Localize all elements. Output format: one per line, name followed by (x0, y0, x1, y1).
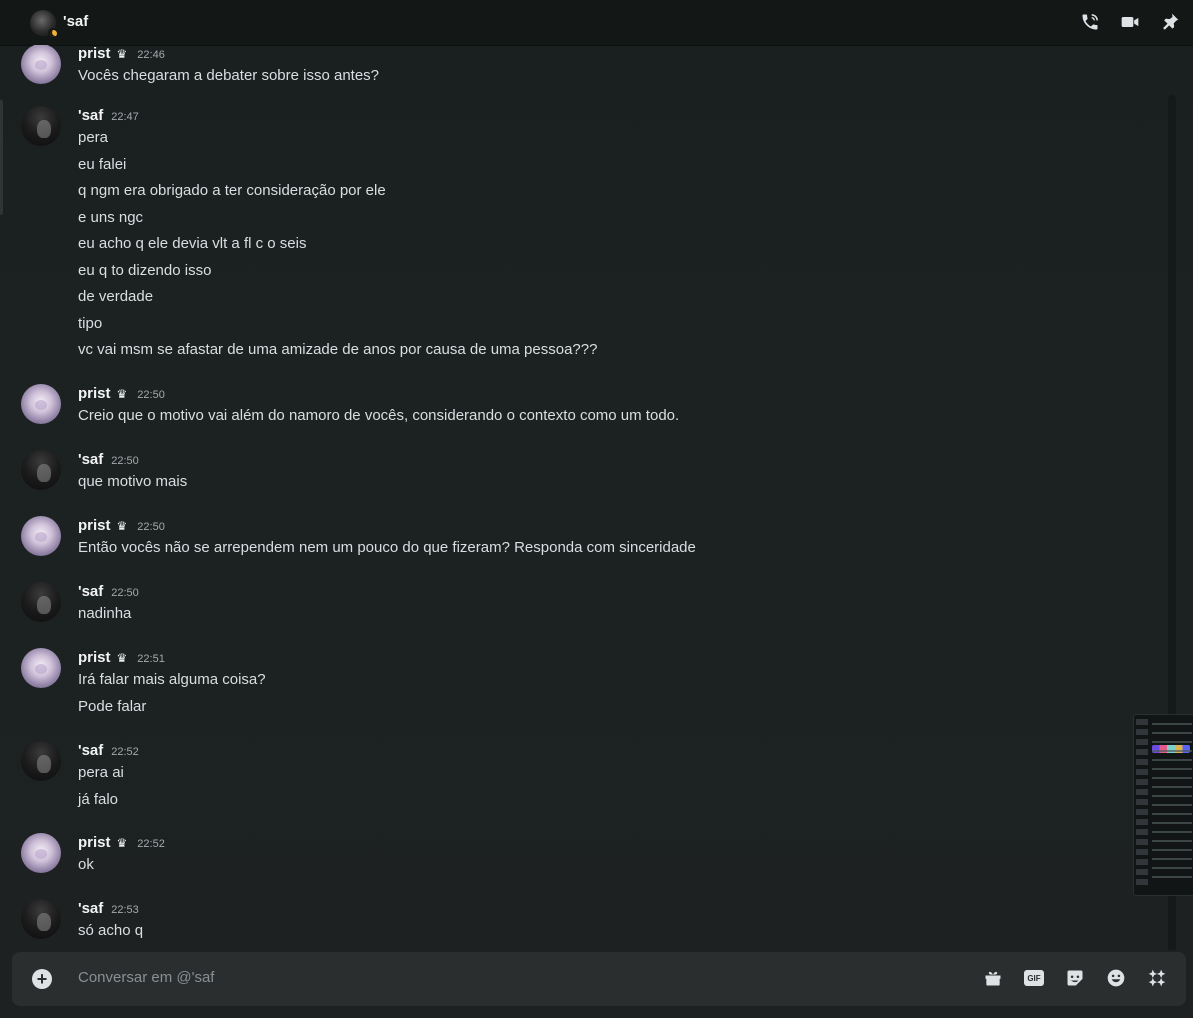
header-toolbar (1079, 11, 1181, 33)
idle-status-icon (48, 28, 58, 38)
message-input[interactable]: Conversar em @'saf (78, 969, 214, 986)
message-header: prist ♛ 22:46 (78, 45, 165, 62)
apps-icon[interactable] (1146, 967, 1168, 989)
message-timestamp[interactable]: 22:51 (137, 653, 165, 665)
gif-icon[interactable]: GIF (1023, 967, 1045, 989)
message-text[interactable]: Pode falar (78, 698, 146, 715)
message-text[interactable]: que motivo mais (78, 473, 187, 490)
message-header: prist ♛ 22:52 (78, 834, 165, 851)
message-timestamp[interactable]: 22:50 (111, 587, 139, 599)
message-text[interactable]: eu falei (78, 156, 126, 173)
username[interactable]: 'saf (78, 107, 103, 124)
user-avatar[interactable] (21, 582, 61, 622)
message-text[interactable]: tipo (78, 315, 102, 332)
message-timestamp[interactable]: 22:47 (111, 111, 139, 123)
pin-icon[interactable] (1159, 11, 1181, 33)
crown-badge-icon: ♛ (116, 836, 128, 850)
message-text[interactable]: pera (78, 129, 108, 146)
sticker-icon[interactable] (1064, 967, 1086, 989)
message-group: prist ♛ 22:52 ok (0, 832, 1170, 885)
message-list[interactable]: prist ♛ 22:46 Vocês chegaram a debater sobr… (0, 45, 1180, 950)
username[interactable]: prist (78, 45, 111, 62)
message-text[interactable]: Irá falar mais alguma coisa? (78, 671, 266, 688)
message-timestamp[interactable]: 22:52 (137, 838, 165, 850)
message-group: 'saf 22:52 pera ai já falo (0, 740, 1170, 819)
gif-label: GIF (1024, 970, 1044, 986)
message-text[interactable]: nadinha (78, 605, 131, 622)
channel-header: 'saf (0, 0, 1193, 46)
add-attachment-icon[interactable]: + (32, 969, 52, 989)
username[interactable]: prist (78, 385, 111, 402)
message-text[interactable]: ok (78, 856, 94, 873)
user-avatar[interactable] (21, 450, 61, 490)
username[interactable]: prist (78, 649, 111, 666)
message-text[interactable]: q ngm era obrigado a ter consideração po… (78, 182, 386, 199)
message-group: 'saf 22:50 que motivo mais (0, 449, 1170, 502)
user-avatar[interactable] (21, 648, 61, 688)
message-header: 'saf 22:50 (78, 451, 139, 468)
message-group: 'saf 22:53 só acho q (0, 898, 1170, 950)
phone-call-icon[interactable] (1079, 11, 1101, 33)
username[interactable]: 'saf (78, 451, 103, 468)
video-call-icon[interactable] (1119, 11, 1141, 33)
message-group: prist ♛ 22:46 Vocês chegaram a debater sobr… (0, 45, 1170, 96)
user-avatar[interactable] (21, 741, 61, 781)
message-group: 'saf 22:50 nadinha (0, 581, 1170, 634)
message-group: prist ♛ 22:50 Então vocês não se arrependem… (0, 515, 1170, 568)
message-group: prist ♛ 22:51 Irá falar mais alguma coisa? P… (0, 647, 1170, 726)
username[interactable]: prist (78, 834, 111, 851)
username[interactable]: 'saf (78, 583, 103, 600)
message-timestamp[interactable]: 22:50 (137, 521, 165, 533)
message-group: 'saf 22:47 pera eu falei q ngm era obrigado … (0, 105, 1170, 370)
message-header: 'saf 22:53 (78, 900, 139, 917)
composer-toolbar: GIF (982, 967, 1168, 989)
user-avatar[interactable] (21, 516, 61, 556)
crown-badge-icon: ♛ (116, 651, 128, 665)
message-group: prist ♛ 22:50 Creio que o motivo vai além d… (0, 383, 1170, 436)
username[interactable]: 'saf (78, 900, 103, 917)
message-text[interactable]: só acho q (78, 922, 143, 939)
dm-window: 'saf prist ♛ 22:46 Vocês chegaram a debater… (0, 0, 1193, 1018)
gift-icon[interactable] (982, 967, 1004, 989)
message-timestamp[interactable]: 22:53 (111, 904, 139, 916)
message-text[interactable]: e uns ngc (78, 209, 143, 226)
message-text[interactable]: Creio que o motivo vai além do namoro de… (78, 407, 679, 424)
message-timestamp[interactable]: 22:50 (137, 389, 165, 401)
message-header: prist ♛ 22:50 (78, 385, 165, 402)
crown-badge-icon: ♛ (116, 47, 128, 61)
user-avatar[interactable] (21, 106, 61, 146)
username[interactable]: 'saf (78, 742, 103, 759)
message-text[interactable]: Vocês chegaram a debater sobre isso ante… (78, 67, 379, 84)
message-header: 'saf 22:47 (78, 107, 139, 124)
message-header: prist ♛ 22:50 (78, 517, 165, 534)
channel-name[interactable]: 'saf (63, 13, 88, 30)
message-text[interactable]: vc vai msm se afastar de uma amizade de … (78, 341, 597, 358)
message-header: 'saf 22:52 (78, 742, 139, 759)
message-timestamp[interactable]: 22:52 (111, 746, 139, 758)
username[interactable]: prist (78, 517, 111, 534)
header-avatar[interactable] (30, 10, 58, 38)
user-avatar[interactable] (21, 384, 61, 424)
user-avatar[interactable] (21, 833, 61, 873)
screen-preview-thumbnail[interactable] (1133, 714, 1193, 896)
emoji-icon[interactable] (1105, 967, 1127, 989)
message-timestamp[interactable]: 22:46 (137, 49, 165, 61)
message-text[interactable]: já falo (78, 791, 118, 808)
message-header: prist ♛ 22:51 (78, 649, 165, 666)
crown-badge-icon: ♛ (116, 519, 128, 533)
message-header: 'saf 22:50 (78, 583, 139, 600)
message-composer: + Conversar em @'saf GIF (12, 952, 1186, 1006)
message-text[interactable]: eu q to dizendo isso (78, 262, 211, 279)
message-text[interactable]: de verdade (78, 288, 153, 305)
crown-badge-icon: ♛ (116, 387, 128, 401)
user-avatar[interactable] (21, 899, 61, 939)
message-text[interactable]: eu acho q ele devia vlt a fl c o seis (78, 235, 306, 252)
message-timestamp[interactable]: 22:50 (111, 455, 139, 467)
message-text[interactable]: pera ai (78, 764, 124, 781)
message-text[interactable]: Então vocês não se arrependem nem um pou… (78, 539, 696, 556)
user-avatar[interactable] (21, 45, 61, 84)
